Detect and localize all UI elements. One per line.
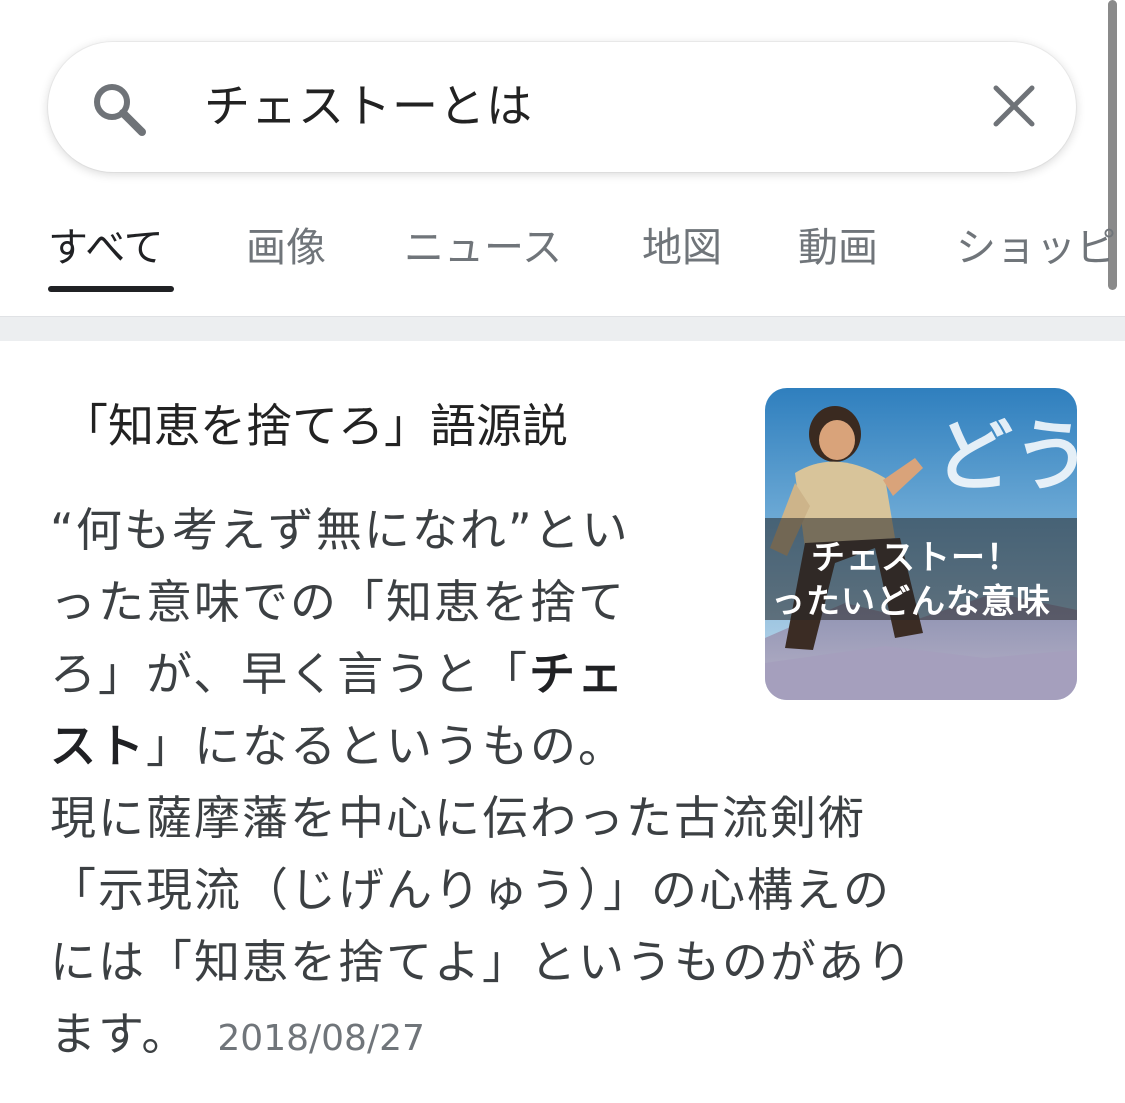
snippet-line: 現に薩摩藩を中心に伝わった古流剣術: [50, 791, 866, 845]
search-results-page: チェストーとは すべて 画像 ニュース 地図 動画 ショッピ 「知恵を捨てろ」語…: [0, 0, 1125, 1103]
result-title[interactable]: 「知恵を捨てろ」語源説: [62, 394, 568, 458]
snippet-line: には「知恵を捨てよ」というものがあり: [50, 935, 914, 989]
snippet-line: “何も考えず無になれ”とい: [50, 503, 630, 557]
tab-images[interactable]: 画像: [246, 212, 326, 284]
result-date: 2018/08/27: [217, 1018, 425, 1059]
snippet-highlight: チェ: [529, 647, 626, 701]
search-icon[interactable]: [88, 78, 150, 140]
tab-all[interactable]: すべて: [48, 212, 164, 284]
snippet-line: スト」になるというもの。: [50, 719, 626, 773]
snippet-highlight: スト: [50, 719, 146, 773]
snippet-line: ろ」が、早く言うと「チェ: [50, 647, 626, 701]
tab-maps[interactable]: 地図: [642, 212, 722, 284]
active-tab-indicator: [48, 286, 174, 292]
section-divider: [0, 316, 1125, 341]
search-input[interactable]: チェストーとは: [204, 76, 533, 136]
snippet-line: った意味での「知恵を捨て: [50, 575, 626, 629]
result-snippet: “何も考えず無になれ”とい った意味での「知恵を捨て ろ」が、早く言うと「チェ …: [50, 494, 1050, 1070]
snippet-line: ます。 2018/08/27: [50, 1007, 425, 1061]
thumbnail-glyph: どう: [935, 412, 1077, 502]
snippet-line: 「示現流（じげんりゅう）」の心構えの: [50, 863, 891, 917]
tab-news[interactable]: ニュース: [404, 212, 562, 284]
close-icon[interactable]: [988, 80, 1040, 132]
tab-videos[interactable]: 動画: [798, 212, 878, 284]
search-bar[interactable]: [48, 42, 1076, 172]
tab-shopping[interactable]: ショッピ: [956, 212, 1116, 284]
